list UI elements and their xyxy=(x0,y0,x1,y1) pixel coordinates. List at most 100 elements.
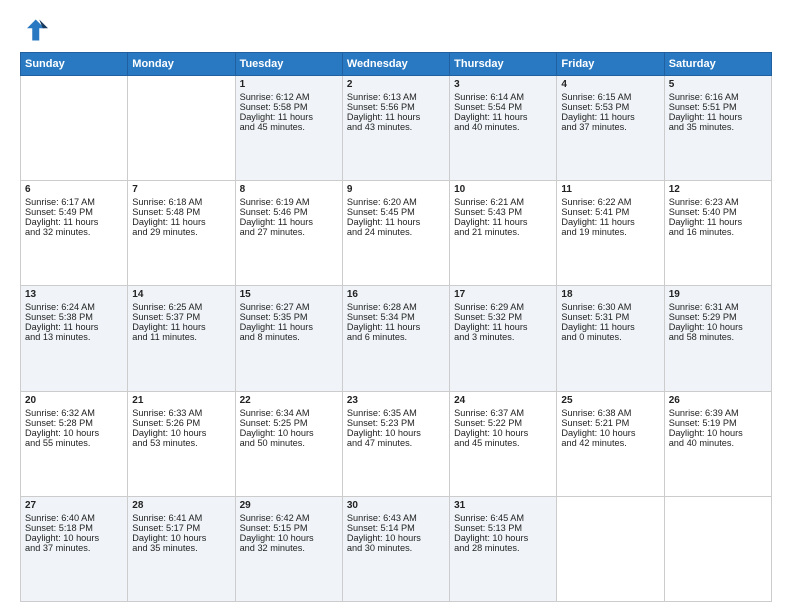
day-detail: Sunrise: 6:43 AM xyxy=(347,513,445,523)
day-detail: Daylight: 10 hours xyxy=(454,533,552,543)
day-detail: Sunrise: 6:35 AM xyxy=(347,408,445,418)
day-detail: Daylight: 10 hours xyxy=(347,428,445,438)
day-detail: and 13 minutes. xyxy=(25,332,123,342)
day-detail: Sunset: 5:37 PM xyxy=(132,312,230,322)
day-detail: Daylight: 11 hours xyxy=(347,322,445,332)
day-detail: and 21 minutes. xyxy=(454,227,552,237)
day-detail: Sunset: 5:49 PM xyxy=(25,207,123,217)
day-detail: Sunset: 5:38 PM xyxy=(25,312,123,322)
day-detail: Sunset: 5:28 PM xyxy=(25,418,123,428)
day-detail: Sunset: 5:48 PM xyxy=(132,207,230,217)
day-detail: Sunrise: 6:31 AM xyxy=(669,302,767,312)
day-detail: and 42 minutes. xyxy=(561,438,659,448)
calendar-week-3: 13Sunrise: 6:24 AMSunset: 5:38 PMDayligh… xyxy=(21,286,772,391)
calendar-week-4: 20Sunrise: 6:32 AMSunset: 5:28 PMDayligh… xyxy=(21,391,772,496)
day-number: 23 xyxy=(347,395,445,406)
day-detail: Daylight: 11 hours xyxy=(454,112,552,122)
calendar-cell: 12Sunrise: 6:23 AMSunset: 5:40 PMDayligh… xyxy=(664,181,771,286)
calendar-cell: 23 Sunrise: 6:35 AMSunset: 5:23 PMDayligh… xyxy=(342,391,449,496)
weekday-header-monday: Monday xyxy=(128,53,235,76)
day-detail: and 47 minutes. xyxy=(347,438,445,448)
day-detail: Daylight: 10 hours xyxy=(132,428,230,438)
day-number: 14 xyxy=(132,289,230,300)
calendar-cell: 1Sunrise: 6:12 AMSunset: 5:58 PMDaylight… xyxy=(235,76,342,181)
day-detail: and 35 minutes. xyxy=(132,543,230,553)
calendar-cell: 20 Sunrise: 6:32 AMSunset: 5:28 PMDayligh… xyxy=(21,391,128,496)
day-detail: Sunrise: 6:22 AM xyxy=(561,197,659,207)
day-detail: Daylight: 10 hours xyxy=(25,533,123,543)
logo xyxy=(20,16,52,44)
weekday-header-friday: Friday xyxy=(557,53,664,76)
day-detail: Sunrise: 6:24 AM xyxy=(25,302,123,312)
day-number: 26 xyxy=(669,395,767,406)
day-detail: Sunrise: 6:39 AM xyxy=(669,408,767,418)
day-detail: Sunset: 5:25 PM xyxy=(240,418,338,428)
day-detail: Daylight: 10 hours xyxy=(25,428,123,438)
day-detail: Sunrise: 6:33 AM xyxy=(132,408,230,418)
day-detail: and 32 minutes. xyxy=(25,227,123,237)
day-detail: Daylight: 10 hours xyxy=(669,428,767,438)
day-number: 6 xyxy=(25,184,123,195)
day-detail: Sunrise: 6:13 AM xyxy=(347,92,445,102)
day-detail: Sunrise: 6:40 AM xyxy=(25,513,123,523)
calendar-cell xyxy=(21,76,128,181)
calendar-cell: 5Sunrise: 6:16 AMSunset: 5:51 PMDaylight… xyxy=(664,76,771,181)
day-detail: Sunset: 5:22 PM xyxy=(454,418,552,428)
day-number: 15 xyxy=(240,289,338,300)
day-detail: Sunset: 5:32 PM xyxy=(454,312,552,322)
day-detail: Sunrise: 6:28 AM xyxy=(347,302,445,312)
day-detail: Daylight: 11 hours xyxy=(454,322,552,332)
calendar-cell: 25Sunrise: 6:38 AMSunset: 5:21 PMDayligh… xyxy=(557,391,664,496)
weekday-header-saturday: Saturday xyxy=(664,53,771,76)
day-detail: Daylight: 11 hours xyxy=(25,322,123,332)
day-detail: Daylight: 11 hours xyxy=(347,112,445,122)
day-detail: Sunset: 5:45 PM xyxy=(347,207,445,217)
day-detail: Daylight: 11 hours xyxy=(240,322,338,332)
day-detail: Daylight: 10 hours xyxy=(240,533,338,543)
calendar-cell xyxy=(128,76,235,181)
calendar-cell: 30Sunrise: 6:43 AMSunset: 5:14 PMDayligh… xyxy=(342,496,449,601)
day-detail: Daylight: 11 hours xyxy=(454,217,552,227)
day-detail: Daylight: 11 hours xyxy=(347,217,445,227)
day-detail: Sunset: 5:17 PM xyxy=(132,523,230,533)
day-detail: Daylight: 11 hours xyxy=(561,217,659,227)
day-detail: Sunset: 5:23 PM xyxy=(347,418,445,428)
day-detail: and 29 minutes. xyxy=(132,227,230,237)
calendar-week-2: 6Sunrise: 6:17 AMSunset: 5:49 PMDaylight… xyxy=(21,181,772,286)
day-detail: Daylight: 11 hours xyxy=(132,217,230,227)
day-detail: Sunset: 5:15 PM xyxy=(240,523,338,533)
day-detail: Sunset: 5:58 PM xyxy=(240,102,338,112)
day-detail: Sunrise: 6:32 AM xyxy=(25,408,123,418)
day-detail: Daylight: 10 hours xyxy=(561,428,659,438)
header xyxy=(20,16,772,44)
day-detail: Sunrise: 6:12 AM xyxy=(240,92,338,102)
day-number: 18 xyxy=(561,289,659,300)
day-detail: Daylight: 11 hours xyxy=(561,112,659,122)
day-number: 30 xyxy=(347,500,445,511)
day-detail: Daylight: 11 hours xyxy=(132,322,230,332)
day-detail: and 58 minutes. xyxy=(669,332,767,342)
day-number: 1 xyxy=(240,79,338,90)
day-number: 4 xyxy=(561,79,659,90)
day-detail: Sunrise: 6:34 AM xyxy=(240,408,338,418)
day-detail: Sunset: 5:34 PM xyxy=(347,312,445,322)
day-detail: Sunset: 5:26 PM xyxy=(132,418,230,428)
calendar-cell: 28Sunrise: 6:41 AMSunset: 5:17 PMDayligh… xyxy=(128,496,235,601)
day-detail: Daylight: 11 hours xyxy=(669,112,767,122)
day-detail: Sunset: 5:35 PM xyxy=(240,312,338,322)
day-detail: and 11 minutes. xyxy=(132,332,230,342)
day-detail: Sunset: 5:31 PM xyxy=(561,312,659,322)
day-detail: and 0 minutes. xyxy=(561,332,659,342)
calendar-cell: 31Sunrise: 6:45 AMSunset: 5:13 PMDayligh… xyxy=(450,496,557,601)
day-number: 21 xyxy=(132,395,230,406)
calendar-cell: 21 Sunrise: 6:33 AMSunset: 5:26 PMDayligh… xyxy=(128,391,235,496)
calendar-cell: 16Sunrise: 6:28 AMSunset: 5:34 PMDayligh… xyxy=(342,286,449,391)
day-detail: Daylight: 10 hours xyxy=(347,533,445,543)
calendar-cell: 10Sunrise: 6:21 AMSunset: 5:43 PMDayligh… xyxy=(450,181,557,286)
day-detail: Sunrise: 6:41 AM xyxy=(132,513,230,523)
day-detail: Daylight: 11 hours xyxy=(25,217,123,227)
day-number: 20 xyxy=(25,395,123,406)
day-detail: and 3 minutes. xyxy=(454,332,552,342)
weekday-header-row: SundayMondayTuesdayWednesdayThursdayFrid… xyxy=(21,53,772,76)
day-number: 29 xyxy=(240,500,338,511)
